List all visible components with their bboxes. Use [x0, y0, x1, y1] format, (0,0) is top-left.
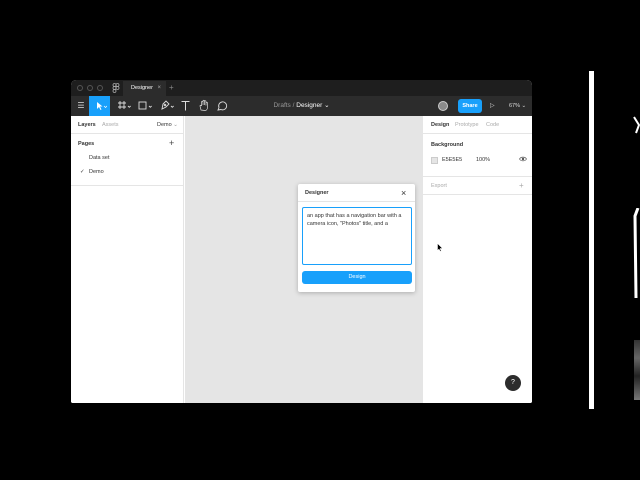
pages-title: Pages — [78, 141, 95, 147]
pages-section: Pages + Data set ✓ Demo — [71, 134, 184, 186]
page-item-demo[interactable]: ✓ Demo — [71, 165, 184, 179]
tab-close-icon[interactable]: × — [157, 81, 161, 96]
page-item-data-set[interactable]: Data set — [71, 151, 184, 165]
file-menu-chevron-icon[interactable]: ⌄ — [324, 102, 329, 109]
zoom-dropdown[interactable]: 67% ⌄ — [509, 96, 526, 116]
add-export-icon[interactable]: + — [519, 177, 524, 195]
background-section: Background E5E5E5 100% — [423, 134, 532, 177]
zoom-level: 67% — [509, 103, 521, 109]
present-play-icon[interactable]: ▷ — [490, 96, 495, 116]
dialog-header: Designer × — [298, 184, 415, 202]
layers-panel: Layers Assets Demo ⌄ Pages + Data set ✓ … — [71, 116, 184, 403]
figma-home-icon[interactable] — [112, 83, 120, 93]
background-image-strip — [634, 340, 640, 400]
document-tab[interactable]: Designer × — [123, 81, 166, 96]
left-panel-tabs: Layers Assets Demo ⌄ — [71, 116, 184, 134]
background-opacity-value[interactable]: 100% — [476, 157, 490, 163]
page-selector-label: Demo — [157, 122, 172, 128]
mouse-pointer-icon — [437, 239, 444, 252]
export-title: Export — [431, 183, 447, 189]
help-button[interactable]: ? — [505, 375, 521, 391]
check-icon: ✓ — [80, 169, 85, 175]
design-canvas[interactable]: Designer × an app that has a navigation … — [185, 116, 422, 403]
page-item-label: Demo — [89, 169, 104, 175]
background-white-bar — [589, 71, 594, 409]
share-button[interactable]: Share — [458, 99, 482, 113]
background-color-swatch[interactable] — [431, 157, 438, 164]
window-zoom-button[interactable] — [97, 85, 103, 91]
background-hex-value[interactable]: E5E5E5 — [442, 157, 462, 163]
dialog-close-icon[interactable]: × — [401, 184, 406, 202]
figma-window: Designer × + ☰ Drafts / Designer ⌄ Share… — [71, 80, 532, 403]
breadcrumb-separator: / — [292, 102, 295, 109]
tab-prototype[interactable]: Prototype — [455, 116, 479, 134]
zoom-chevron-icon: ⌄ — [521, 103, 527, 109]
visibility-eye-icon[interactable] — [519, 155, 527, 165]
design-prompt-input[interactable]: an app that has a navigation bar with a … — [302, 207, 412, 265]
breadcrumb-project[interactable]: Drafts — [273, 102, 290, 109]
page-item-label: Data set — [89, 155, 110, 161]
background-title: Background — [431, 142, 464, 148]
new-tab-button[interactable]: + — [169, 81, 174, 95]
tab-assets[interactable]: Assets — [102, 116, 119, 134]
window-close-button[interactable] — [77, 85, 83, 91]
design-button[interactable]: Design — [302, 271, 412, 284]
dialog-title: Designer — [305, 190, 329, 196]
page-selector-chevron-icon: ⌄ — [173, 122, 178, 128]
add-page-icon[interactable]: + — [169, 138, 174, 148]
tab-design[interactable]: Design — [431, 116, 449, 134]
window-minimize-button[interactable] — [87, 85, 93, 91]
title-bar: Designer × + — [71, 80, 532, 96]
toolbar: ☰ Drafts / Designer ⌄ Share ▷ 67% ⌄ — [71, 96, 532, 116]
background-white-stroke — [633, 115, 640, 135]
tab-layers[interactable]: Layers — [78, 116, 96, 134]
document-tab-title: Designer — [131, 85, 154, 91]
properties-panel: Design Prototype Code Background E5E5E5 … — [422, 116, 532, 403]
breadcrumb-file[interactable]: Designer — [296, 102, 322, 109]
screen: Designer × + ☰ Drafts / Designer ⌄ Share… — [0, 0, 640, 480]
export-section: Export + — [423, 177, 532, 195]
background-white-bar-2 — [632, 207, 640, 299]
right-panel-tabs: Design Prototype Code — [423, 116, 532, 134]
user-avatar[interactable] — [438, 101, 448, 111]
plugin-dialog: Designer × an app that has a navigation … — [298, 184, 415, 292]
page-selector[interactable]: Demo ⌄ — [157, 116, 178, 134]
tab-code[interactable]: Code — [486, 116, 499, 134]
